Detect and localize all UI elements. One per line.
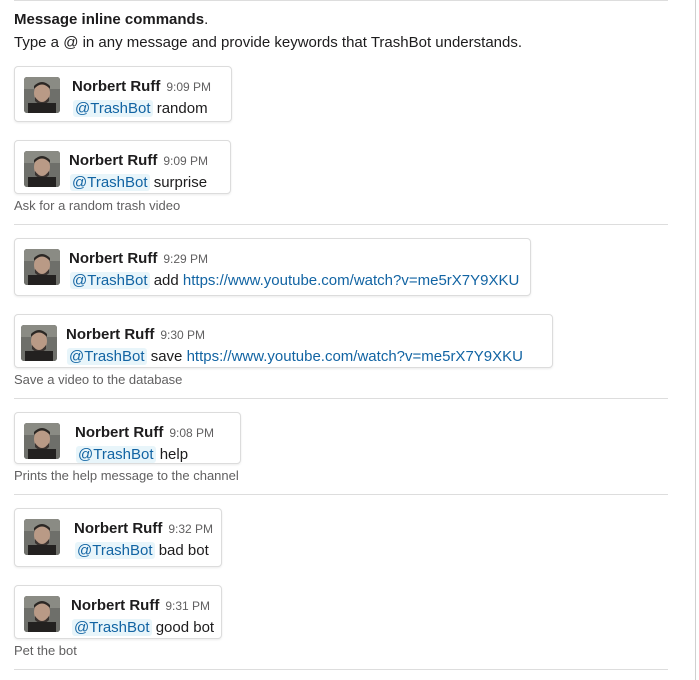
- message-text: @TrashBot save https://www.youtube.com/w…: [67, 348, 523, 365]
- section-divider: [14, 669, 668, 670]
- avatar[interactable]: [24, 423, 60, 459]
- author-name[interactable]: Norbert Ruff: [75, 424, 163, 441]
- message-timestamp[interactable]: 9:32 PM: [168, 522, 213, 536]
- avatar[interactable]: [24, 519, 60, 555]
- command-keyword: bad bot: [158, 542, 209, 559]
- bot-mention[interactable]: @TrashBot: [67, 348, 147, 365]
- message-card[interactable]: Norbert Ruff 9:09 PM @TrashBot surprise: [14, 140, 231, 194]
- section-divider: [14, 494, 668, 495]
- command-description: Prints the help message to the channel: [14, 468, 239, 483]
- command-description: Save a video to the database: [14, 372, 183, 387]
- avatar[interactable]: [24, 77, 60, 113]
- video-link[interactable]: https://www.youtube.com/watch?v=me5rX7Y9…: [183, 272, 519, 289]
- command-keyword: surprise: [153, 174, 208, 191]
- bot-mention[interactable]: @TrashBot: [72, 619, 152, 636]
- message-text: @TrashBot good bot: [72, 619, 214, 636]
- panel-right-border: [695, 0, 696, 680]
- command-keyword: good bot: [155, 619, 215, 636]
- bot-mention[interactable]: @TrashBot: [73, 100, 153, 117]
- command-keyword: help: [159, 446, 189, 463]
- command-keyword: random: [156, 100, 208, 117]
- message-card[interactable]: Norbert Ruff 9:08 PM @TrashBot help: [14, 412, 241, 464]
- section-description: Type a @ in any message and provide keyw…: [14, 34, 523, 51]
- video-link[interactable]: https://www.youtube.com/watch?v=me5rX7Y9…: [187, 348, 523, 365]
- message-timestamp[interactable]: 9:09 PM: [163, 154, 208, 168]
- bot-mention[interactable]: @TrashBot: [75, 542, 155, 559]
- avatar[interactable]: [21, 325, 57, 361]
- author-name[interactable]: Norbert Ruff: [69, 152, 157, 169]
- message-text: @TrashBot random: [73, 100, 208, 117]
- author-name[interactable]: Norbert Ruff: [74, 520, 162, 537]
- author-name[interactable]: Norbert Ruff: [71, 597, 159, 614]
- message-header: Norbert Ruff 9:29 PM: [69, 250, 208, 267]
- avatar[interactable]: [24, 596, 60, 632]
- divider-top: [14, 0, 668, 1]
- section-divider: [14, 224, 668, 225]
- message-card[interactable]: Norbert Ruff 9:30 PM @TrashBot save https:…: [14, 314, 553, 368]
- message-text: @TrashBot surprise: [70, 174, 207, 191]
- command-description: Pet the bot: [14, 643, 77, 658]
- author-name[interactable]: Norbert Ruff: [72, 78, 160, 95]
- author-name[interactable]: Norbert Ruff: [69, 250, 157, 267]
- section-title: Message inline commands.: [14, 11, 209, 28]
- message-card[interactable]: Norbert Ruff 9:09 PM @TrashBot random: [14, 66, 232, 122]
- command-keyword: save: [150, 348, 183, 365]
- message-header: Norbert Ruff 9:08 PM: [75, 424, 214, 441]
- message-card[interactable]: Norbert Ruff 9:29 PM @TrashBot add https:/…: [14, 238, 531, 296]
- message-text: @TrashBot add https://www.youtube.com/wa…: [70, 272, 519, 289]
- command-description: Ask for a random trash video: [14, 198, 181, 213]
- message-timestamp[interactable]: 9:29 PM: [163, 252, 208, 266]
- message-header: Norbert Ruff 9:32 PM: [74, 520, 213, 537]
- section-divider: [14, 398, 668, 399]
- message-header: Norbert Ruff 9:09 PM: [69, 152, 208, 169]
- message-card[interactable]: Norbert Ruff 9:32 PM @TrashBot bad bot: [14, 508, 222, 567]
- bot-mention[interactable]: @TrashBot: [70, 174, 150, 191]
- avatar[interactable]: [24, 151, 60, 187]
- message-text: @TrashBot bad bot: [75, 542, 209, 559]
- message-card[interactable]: Norbert Ruff 9:31 PM @TrashBot good bot: [14, 585, 222, 639]
- author-name[interactable]: Norbert Ruff: [66, 326, 154, 343]
- bot-mention[interactable]: @TrashBot: [76, 446, 156, 463]
- message-header: Norbert Ruff 9:31 PM: [71, 597, 210, 614]
- message-timestamp[interactable]: 9:09 PM: [166, 80, 211, 94]
- bot-mention[interactable]: @TrashBot: [70, 272, 150, 289]
- command-keyword: add: [153, 272, 179, 289]
- message-timestamp[interactable]: 9:30 PM: [160, 328, 205, 342]
- message-header: Norbert Ruff 9:30 PM: [66, 326, 205, 343]
- message-timestamp[interactable]: 9:08 PM: [169, 426, 214, 440]
- avatar[interactable]: [24, 249, 60, 285]
- message-text: @TrashBot help: [76, 446, 188, 463]
- message-header: Norbert Ruff 9:09 PM: [72, 78, 211, 95]
- message-timestamp[interactable]: 9:31 PM: [165, 599, 210, 613]
